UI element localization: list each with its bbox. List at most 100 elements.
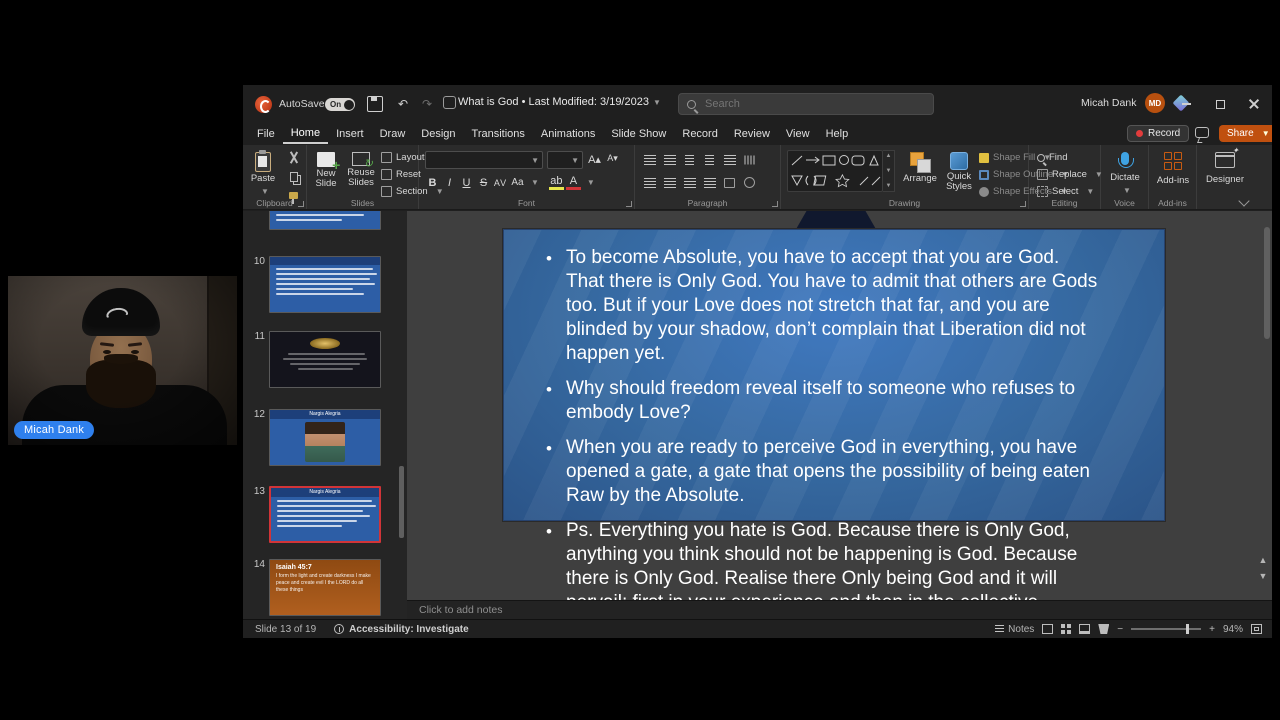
font-size-combo[interactable]: ▼	[547, 151, 583, 169]
decrease-indent-button[interactable]	[681, 152, 698, 167]
shrink-font-button[interactable]: A▾	[605, 153, 620, 164]
text-direction-button[interactable]	[741, 152, 758, 167]
align-left-button[interactable]	[641, 175, 658, 190]
smartart-button[interactable]	[741, 175, 758, 190]
tab-record[interactable]: Record	[674, 125, 725, 143]
search-input[interactable]	[703, 97, 925, 111]
zoom-in-button[interactable]: +	[1209, 624, 1215, 635]
cut-button[interactable]	[285, 150, 302, 165]
reuse-slides-button[interactable]: Reuse Slides	[343, 148, 379, 189]
undo-icon[interactable]: ↶	[395, 96, 411, 112]
tab-slide-show[interactable]: Slide Show	[603, 125, 674, 143]
zoom-slider[interactable]	[1131, 624, 1202, 634]
slide-thumbnail-14[interactable]: Isaiah 45:7 I form the light and create …	[269, 559, 381, 616]
notes-toggle-button[interactable]: Notes	[995, 624, 1034, 635]
close-button[interactable]	[1237, 85, 1271, 123]
designer-button[interactable]: Designer	[1203, 146, 1247, 186]
canvas-scrollbar[interactable]	[1264, 227, 1270, 339]
search-box[interactable]	[678, 93, 934, 115]
thumbnail-scrollbar[interactable]	[399, 466, 404, 538]
zoom-slider-thumb[interactable]	[1185, 624, 1189, 634]
line-spacing-button[interactable]	[721, 152, 738, 167]
zoom-out-button[interactable]: −	[1117, 624, 1123, 635]
save-icon[interactable]	[367, 96, 383, 112]
minimize-button[interactable]	[1169, 85, 1203, 123]
tab-insert[interactable]: Insert	[328, 125, 372, 143]
font-name-combo[interactable]: ▼	[425, 151, 543, 169]
slide-thumbnail-10[interactable]	[269, 256, 381, 313]
powerpoint-app-icon[interactable]	[255, 96, 272, 113]
find-button[interactable]: Find	[1037, 151, 1103, 164]
grow-font-button[interactable]: A▴	[587, 153, 602, 166]
align-center-button[interactable]	[661, 175, 678, 190]
slide-sorter-view-button[interactable]	[1061, 624, 1072, 634]
arrange-button[interactable]: Arrange	[899, 148, 941, 185]
tab-review[interactable]: Review	[726, 125, 778, 143]
tab-file[interactable]: File	[249, 125, 283, 143]
numbering-button[interactable]	[661, 152, 678, 167]
next-slide-button[interactable]: ▼	[1257, 571, 1269, 583]
slide-bullet[interactable]: To become Absolute, you have to accept t…	[546, 246, 1102, 366]
increase-indent-button[interactable]	[701, 152, 718, 167]
notes-pane[interactable]: Click to add notes	[407, 600, 1272, 619]
slide-editor[interactable]: To become Absolute, you have to accept t…	[503, 229, 1165, 600]
align-right-button[interactable]	[681, 175, 698, 190]
reading-view-button[interactable]	[1079, 624, 1091, 634]
fit-slide-button[interactable]	[1251, 624, 1262, 634]
replace-button[interactable]: Replace ▼	[1037, 168, 1103, 181]
shapes-gallery[interactable]	[787, 150, 883, 192]
slide-thumbnail-9-partial[interactable]	[269, 211, 381, 230]
font-dialog-launcher[interactable]	[626, 201, 632, 207]
italic-button[interactable]: I	[442, 177, 457, 189]
new-slide-button[interactable]: New Slide	[309, 148, 343, 190]
slide-bullet[interactable]: When you are ready to perceive God in ev…	[546, 436, 1102, 508]
share-button[interactable]: Share ▼	[1219, 125, 1272, 142]
font-color-button[interactable]: A	[565, 175, 581, 190]
collapse-ribbon-icon[interactable]	[1238, 195, 1250, 207]
tab-help[interactable]: Help	[818, 125, 857, 143]
character-spacing-button[interactable]: AV	[493, 178, 508, 188]
quick-access-icon[interactable]	[443, 96, 456, 109]
copy-button[interactable]	[285, 169, 302, 184]
zoom-level[interactable]: 94%	[1223, 624, 1243, 635]
previous-slide-button[interactable]: ▲	[1257, 555, 1269, 567]
quick-styles-button[interactable]: Quick Styles	[941, 148, 977, 193]
slide-thumbnail-13-selected[interactable]: Nargis Alegria	[269, 486, 381, 543]
tab-transitions[interactable]: Transitions	[464, 125, 533, 143]
tab-animations[interactable]: Animations	[533, 125, 603, 143]
change-case-button[interactable]: Aa	[510, 177, 525, 188]
tab-design[interactable]: Design	[413, 125, 463, 143]
columns-button[interactable]	[721, 175, 738, 190]
underline-button[interactable]: U	[459, 177, 474, 189]
avatar[interactable]: MD	[1145, 93, 1165, 113]
strikethrough-button[interactable]: S	[476, 177, 491, 189]
addins-button[interactable]: Add-ins	[1153, 148, 1193, 187]
tab-draw[interactable]: Draw	[372, 125, 414, 143]
dictate-button[interactable]: Dictate ▼	[1105, 148, 1145, 195]
bold-button[interactable]: B	[425, 177, 440, 189]
comments-icon[interactable]	[1195, 127, 1209, 138]
record-button[interactable]: Record	[1127, 125, 1190, 142]
document-title[interactable]: What is God • Last Modified: 3/19/2023 ▼	[458, 96, 661, 108]
redo-icon[interactable]: ↷	[419, 96, 435, 112]
shapes-gallery-scroll[interactable]: ▲ ▼ ▼	[883, 150, 895, 192]
highlight-color-button[interactable]: ab	[548, 175, 564, 190]
normal-view-button[interactable]	[1042, 624, 1054, 634]
drawing-dialog-launcher[interactable]	[1020, 201, 1026, 207]
tab-view[interactable]: View	[778, 125, 818, 143]
slide-thumbnail-12[interactable]: Nargis Alegria	[269, 409, 381, 466]
accessibility-status[interactable]: Accessibility: Investigate	[349, 624, 469, 635]
bullets-button[interactable]	[641, 152, 658, 167]
slide-bullet[interactable]: Why should freedom reveal itself to some…	[546, 377, 1102, 425]
clipboard-dialog-launcher[interactable]	[298, 201, 304, 207]
slide-bullet[interactable]: Ps. Everything you hate is God. Because …	[546, 519, 1102, 600]
justify-button[interactable]	[701, 175, 718, 190]
slideshow-view-button[interactable]	[1098, 624, 1110, 634]
select-button[interactable]: Select ▼	[1037, 185, 1103, 198]
autosave-toggle[interactable]: On	[325, 98, 355, 111]
paragraph-dialog-launcher[interactable]	[772, 201, 778, 207]
maximize-button[interactable]	[1203, 85, 1237, 123]
paste-button[interactable]: Paste ▼	[247, 148, 279, 196]
slide-thumbnail-11[interactable]	[269, 331, 381, 388]
tab-home[interactable]: Home	[282, 124, 329, 144]
